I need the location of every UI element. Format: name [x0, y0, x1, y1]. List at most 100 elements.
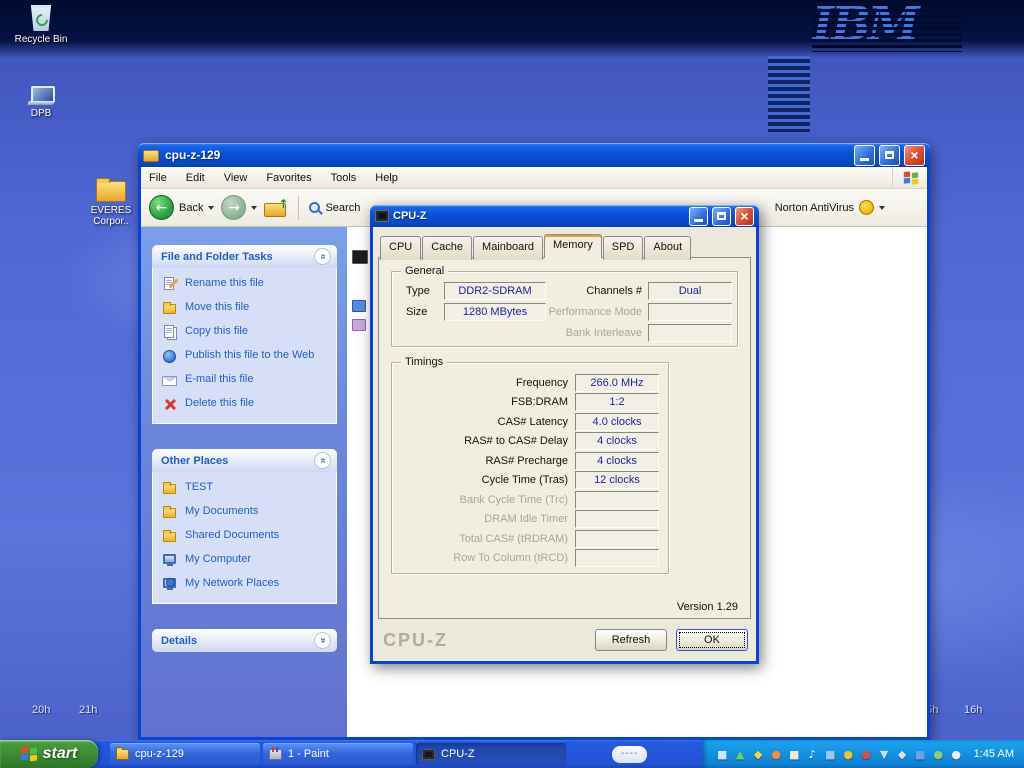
- volume-icon[interactable]: ♪: [805, 747, 820, 762]
- groupbox-legend: General: [401, 265, 448, 277]
- task-move-this-file[interactable]: Move this file: [162, 301, 329, 316]
- desktop-icon-dpb[interactable]: DPB: [10, 86, 72, 119]
- timing-label: Cycle Time (Tras): [392, 474, 568, 486]
- section-header-other-places[interactable]: Other Places «: [152, 449, 337, 472]
- menu-tools[interactable]: Tools: [331, 172, 357, 184]
- firewall-icon[interactable]: ●: [859, 747, 874, 762]
- collapse-chevron-icon[interactable]: «: [314, 452, 331, 469]
- memory-tab-page: General Type DDR2-SDRAM Channels # Dual …: [378, 257, 751, 619]
- channels-field: Dual: [648, 282, 732, 300]
- tab-mainboard[interactable]: Mainboard: [473, 236, 543, 260]
- antivirus-icon[interactable]: ●: [841, 747, 856, 762]
- desktop-icon-everes[interactable]: EVERES Corpor..: [82, 181, 140, 227]
- timing-field: [575, 491, 659, 509]
- maximize-button[interactable]: [879, 145, 900, 166]
- section-title: Other Places: [161, 455, 228, 467]
- place-label: My Computer: [185, 553, 251, 566]
- task-copy-this-file[interactable]: Copy this file: [162, 325, 329, 340]
- ok-button[interactable]: OK: [676, 629, 748, 651]
- menu-help[interactable]: Help: [375, 172, 398, 184]
- start-label: start: [43, 745, 78, 763]
- task-publish-to-web[interactable]: Publish this file to the Web: [162, 349, 329, 364]
- norton-antivirus-button[interactable]: Norton AntiVirus: [775, 200, 919, 215]
- search-button[interactable]: Search: [309, 202, 360, 214]
- tab-cache[interactable]: Cache: [422, 236, 472, 260]
- place-label: My Network Places: [185, 577, 279, 590]
- tab-spd[interactable]: SPD: [603, 236, 644, 260]
- update-icon[interactable]: ●: [769, 747, 784, 762]
- tab-cpu[interactable]: CPU: [380, 236, 421, 260]
- section-header-details[interactable]: Details «: [152, 629, 337, 652]
- section-header-file-tasks[interactable]: File and Folder Tasks «: [152, 245, 337, 268]
- bank-interleave-field: [648, 324, 732, 342]
- menu-view[interactable]: View: [224, 172, 248, 184]
- menu-edit[interactable]: Edit: [186, 172, 205, 184]
- bank-interleave-label: Bank Interleave: [532, 327, 642, 339]
- refresh-button[interactable]: Refresh: [595, 629, 667, 651]
- menu-file[interactable]: File: [149, 172, 167, 184]
- cpuz-titlebar[interactable]: CPU-Z ×: [370, 205, 759, 227]
- minimize-button[interactable]: [854, 145, 875, 166]
- timing-label: DRAM Idle Timer: [392, 513, 568, 525]
- section-details: Details «: [152, 629, 337, 652]
- usb-icon[interactable]: ◆: [895, 747, 910, 762]
- explorer-titlebar[interactable]: cpu-z-129 ×: [138, 143, 930, 167]
- place-my-network-places[interactable]: My Network Places: [162, 577, 329, 592]
- taskbar-task-cpu-z-129[interactable]: cpu-z-129: [110, 743, 260, 765]
- timing-label: Total CAS# (tRDRAM): [392, 533, 568, 545]
- clipboard-icon[interactable]: ■: [787, 747, 802, 762]
- forward-button[interactable]: →: [221, 195, 257, 220]
- up-button[interactable]: ↑: [264, 199, 288, 217]
- window-folder-icon: [143, 148, 161, 162]
- close-button[interactable]: ×: [904, 145, 925, 166]
- back-label: Back: [179, 202, 203, 214]
- ibm-tools-icon[interactable]: ■: [715, 747, 730, 762]
- cpu-chip-icon: [422, 749, 435, 760]
- place-my-documents[interactable]: My Documents: [162, 505, 329, 520]
- file-icon-partial[interactable]: [352, 319, 366, 331]
- tab-memory[interactable]: Memory: [544, 234, 602, 258]
- network-icon[interactable]: ■: [823, 747, 838, 762]
- file-icon-partial[interactable]: [352, 300, 366, 312]
- norton-dropdown-icon[interactable]: [879, 206, 885, 210]
- place-label: Shared Documents: [185, 529, 279, 542]
- cpuz-close-button[interactable]: ×: [735, 207, 754, 226]
- shield-icon[interactable]: ◆: [751, 747, 766, 762]
- groupbox-legend: Timings: [401, 356, 447, 368]
- collapsed-toolbar-handle[interactable]: ----: [612, 746, 647, 763]
- timing-label: FSB:DRAM: [392, 396, 568, 408]
- file-icon-partial[interactable]: [352, 250, 368, 264]
- place-my-computer[interactable]: My Computer: [162, 553, 329, 568]
- forward-dropdown-icon[interactable]: [251, 206, 257, 210]
- back-dropdown-icon[interactable]: [208, 206, 214, 210]
- clock-sync-icon[interactable]: ●: [949, 747, 964, 762]
- timing-field: 4 clocks: [575, 452, 659, 470]
- start-button[interactable]: start: [0, 740, 98, 768]
- tab-about[interactable]: About: [644, 236, 691, 260]
- power-icon[interactable]: ●: [931, 747, 946, 762]
- section-other-places: Other Places « TEST My Documents: [152, 449, 337, 604]
- messenger-icon[interactable]: ▲: [733, 747, 748, 762]
- cpuz-maximize-button[interactable]: [712, 207, 731, 226]
- taskbar-clock[interactable]: 1:45 AM: [974, 748, 1014, 760]
- paint-icon: [269, 749, 282, 760]
- task-delete-this-file[interactable]: Delete this file: [162, 397, 329, 412]
- task-email-this-file[interactable]: E-mail this file: [162, 373, 329, 388]
- desktop-icon-recycle-bin[interactable]: Recycle Bin: [10, 5, 72, 45]
- place-test[interactable]: TEST: [162, 481, 329, 496]
- taskbar-task-paint[interactable]: 1 - Paint: [263, 743, 413, 765]
- scheduler-icon[interactable]: ▼: [877, 747, 892, 762]
- section-title: File and Folder Tasks: [161, 251, 273, 263]
- back-button[interactable]: ← Back: [149, 195, 214, 220]
- task-rename-this-file[interactable]: Rename this file: [162, 277, 329, 292]
- place-shared-documents[interactable]: Shared Documents: [162, 529, 329, 544]
- taskbar-task-cpuz[interactable]: CPU-Z: [416, 743, 566, 765]
- delete-icon: [162, 397, 178, 412]
- menu-favorites[interactable]: Favorites: [266, 172, 311, 184]
- display-icon[interactable]: ■: [913, 747, 928, 762]
- collapse-chevron-icon[interactable]: «: [314, 248, 331, 265]
- taskbar: start cpu-z-129 1 - Paint CPU-Z ---- ■ ▲…: [0, 740, 1024, 768]
- ibm-logo-stripes: [812, 0, 962, 52]
- expand-chevron-icon[interactable]: «: [314, 632, 331, 649]
- cpuz-minimize-button[interactable]: [689, 207, 708, 226]
